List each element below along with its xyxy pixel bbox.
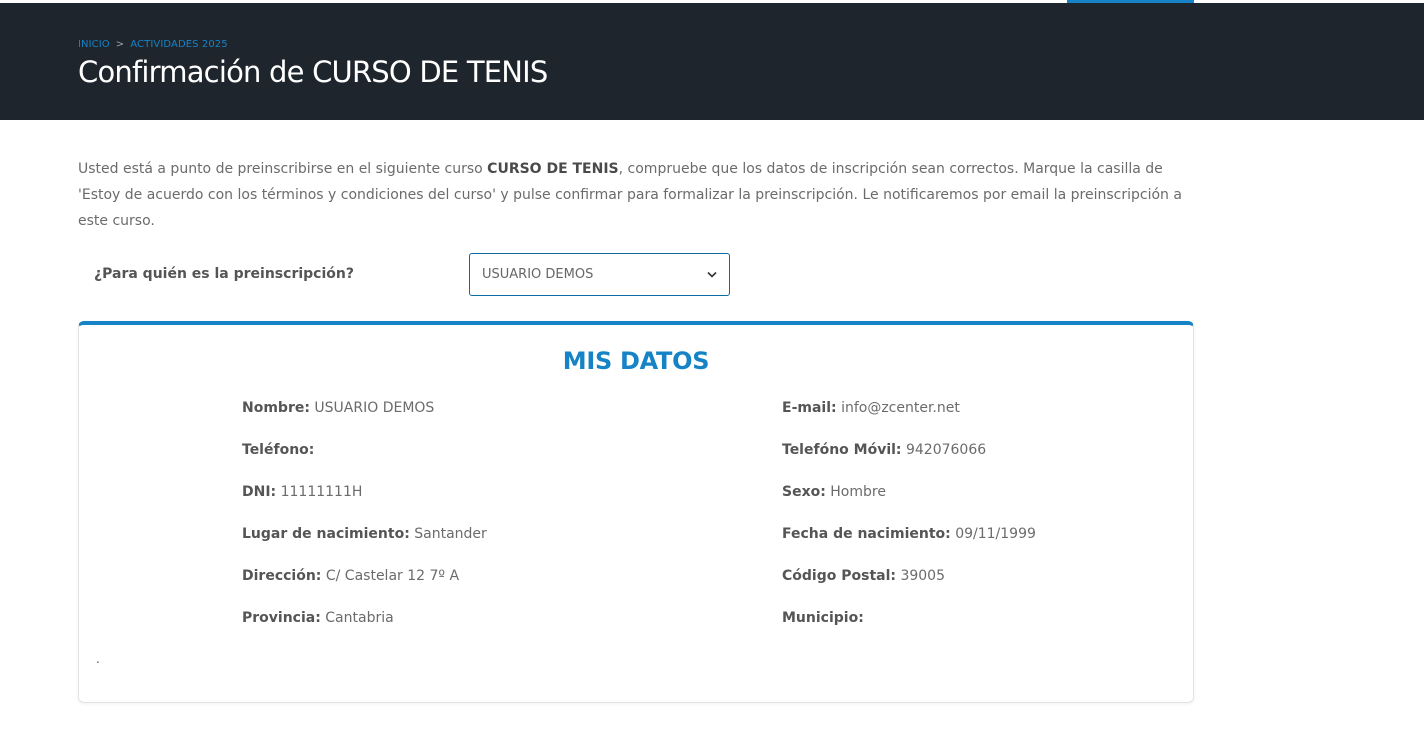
field-label: Teléfono:: [242, 442, 315, 458]
breadcrumb-home-link[interactable]: INICIO: [78, 39, 110, 50]
breadcrumb-separator-icon: >: [115, 39, 125, 50]
field-sexo: Sexo: Hombre: [782, 484, 886, 500]
field-label: DNI:: [242, 484, 277, 500]
registrant-label: ¿Para quién es la preinscripción?: [94, 266, 354, 282]
field-label: Sexo:: [782, 484, 826, 500]
field-email: E-mail: info@zcenter.net: [782, 400, 960, 416]
page-title: Confirmación de CURSO DE TENIS: [78, 55, 548, 89]
field-value: Cantabria: [325, 610, 394, 626]
field-value: C/ Castelar 12 7º A: [325, 568, 460, 584]
field-label: Provincia:: [242, 610, 321, 626]
chevron-down-icon: [707, 271, 717, 278]
field-dni: DNI: 11111111H: [242, 484, 362, 500]
field-nombre: Nombre: USUARIO DEMOS: [242, 400, 434, 416]
field-value: 11111111H: [280, 484, 363, 500]
field-label: Telefóno Móvil:: [782, 442, 902, 458]
intro-before: Usted está a punto de preinscribirse en …: [78, 161, 488, 177]
field-fecha-nacimiento: Fecha de nacimiento: 09/11/1999: [782, 526, 1036, 542]
intro-course-name: CURSO DE TENIS: [487, 161, 619, 177]
field-label: Lugar de nacimiento:: [242, 526, 410, 542]
page-header: INICIO > ACTIVIDADES 2025 Confirmación d…: [0, 3, 1424, 120]
field-telefono: Teléfono:: [242, 442, 314, 458]
field-label: E-mail:: [782, 400, 837, 416]
field-label: Municipio:: [782, 610, 864, 626]
field-codigo-postal: Código Postal: 39005: [782, 568, 945, 584]
breadcrumb: INICIO > ACTIVIDADES 2025: [78, 39, 228, 50]
field-municipio: Municipio:: [782, 610, 864, 626]
field-label: Dirección:: [242, 568, 322, 584]
breadcrumb-current-link[interactable]: ACTIVIDADES 2025: [130, 39, 227, 50]
field-provincia: Provincia: Cantabria: [242, 610, 394, 626]
field-value: Santander: [414, 526, 487, 542]
field-value: info@zcenter.net: [841, 400, 960, 416]
field-movil: Telefóno Móvil: 942076066: [782, 442, 986, 458]
field-value: USUARIO DEMOS: [314, 400, 435, 416]
field-direccion: Dirección: C/ Castelar 12 7º A: [242, 568, 459, 584]
field-value: 942076066: [905, 442, 987, 458]
field-value: Hombre: [830, 484, 886, 500]
field-label: Código Postal:: [782, 568, 896, 584]
registrant-select[interactable]: USUARIO DEMOS: [469, 253, 730, 296]
card-footer-mark: .: [96, 652, 100, 666]
field-value: 09/11/1999: [955, 526, 1036, 542]
field-value: 39005: [900, 568, 945, 584]
field-label: Fecha de nacimiento:: [782, 526, 951, 542]
my-data-card: MIS DATOS Nombre: USUARIO DEMOS E-mail: …: [78, 321, 1194, 703]
intro-text: Usted está a punto de preinscribirse en …: [78, 156, 1188, 234]
card-title: MIS DATOS: [562, 347, 710, 375]
field-lugar-nacimiento: Lugar de nacimiento: Santander: [242, 526, 487, 542]
field-label: Nombre:: [242, 400, 310, 416]
registrant-selected-value: USUARIO DEMOS: [482, 267, 594, 282]
